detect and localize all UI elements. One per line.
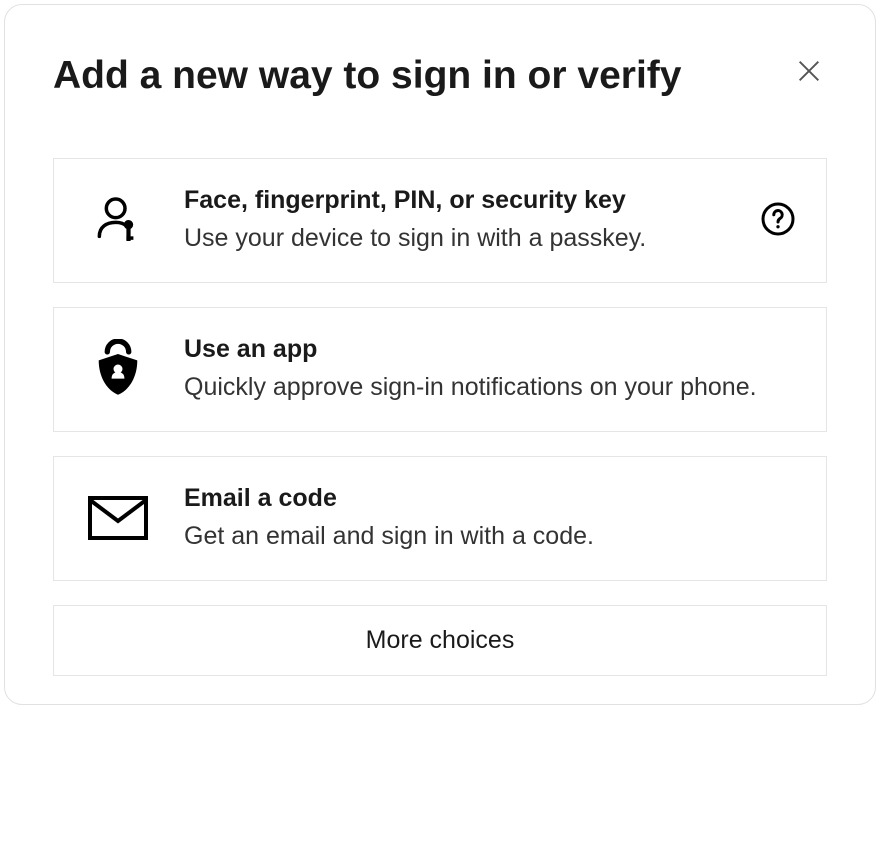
option-description: Quickly approve sign-in notifications on… <box>184 371 796 405</box>
signin-method-dialog: Add a new way to sign in or verify <box>4 4 876 705</box>
option-title: Face, fingerprint, PIN, or security key <box>184 185 728 216</box>
more-choices-button[interactable]: More choices <box>53 605 827 676</box>
option-email-code[interactable]: Email a code Get an email and sign in wi… <box>53 456 827 581</box>
option-body: Face, fingerprint, PIN, or security key … <box>184 185 728 256</box>
passkey-icon <box>84 192 152 248</box>
email-icon <box>84 495 152 541</box>
help-button[interactable] <box>760 201 796 240</box>
option-description: Get an email and sign in with a code. <box>184 520 796 554</box>
dialog-title: Add a new way to sign in or verify <box>53 53 681 100</box>
option-authenticator-app[interactable]: Use an app Quickly approve sign-in notif… <box>53 307 827 432</box>
option-list: Face, fingerprint, PIN, or security key … <box>53 158 827 676</box>
option-title: Use an app <box>184 334 796 365</box>
option-title: Email a code <box>184 483 796 514</box>
close-icon <box>795 57 823 88</box>
option-passkey[interactable]: Face, fingerprint, PIN, or security key … <box>53 158 827 283</box>
authenticator-app-icon <box>84 339 152 399</box>
option-description: Use your device to sign in with a passke… <box>184 222 728 256</box>
close-button[interactable] <box>791 53 827 92</box>
help-icon <box>760 201 796 240</box>
dialog-header: Add a new way to sign in or verify <box>53 53 827 100</box>
option-body: Email a code Get an email and sign in wi… <box>184 483 796 554</box>
option-body: Use an app Quickly approve sign-in notif… <box>184 334 796 405</box>
